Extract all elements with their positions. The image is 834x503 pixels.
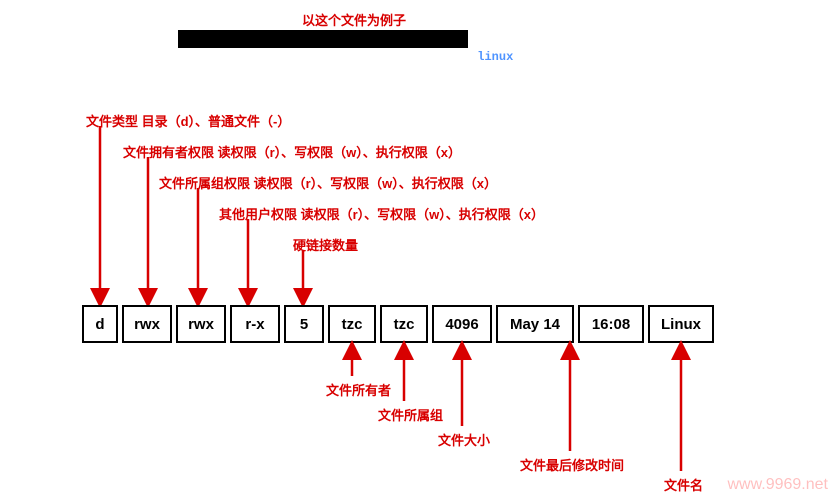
terminal-dirname: linux	[477, 50, 513, 64]
label-filename: 文件名	[664, 475, 703, 494]
label-hardlinks: 硬链接数量	[293, 235, 358, 254]
terminal-output: drwxrwxr-x 5 tzc tzc 4096 May 14 16:08 l…	[178, 30, 468, 48]
cell-time: 16:08	[578, 305, 644, 343]
cell-hardlinks: 5	[284, 305, 324, 343]
label-file-size: 文件大小	[438, 430, 490, 449]
terminal-time: 16:08	[434, 50, 477, 65]
label-mtime: 文件最后修改时间	[520, 455, 624, 474]
cell-other-perm: r-x	[230, 305, 280, 343]
label-group-perm: 文件所属组权限 读权限（r）、写权限（w）、执行权限（x）	[159, 173, 497, 192]
label-file-owner: 文件所有者	[326, 380, 391, 399]
label-other-perm: 其他用户权限 读权限（r）、写权限（w）、执行权限（x）	[219, 204, 544, 223]
cell-filetype: d	[82, 305, 118, 343]
cell-owner-perm: rwx	[122, 305, 172, 343]
terminal-text: drwxrwxr-x 5 tzc tzc 4096 May 14	[196, 50, 434, 64]
cell-group: tzc	[380, 305, 428, 343]
cell-date: May 14	[496, 305, 574, 343]
label-owner-perm: 文件拥有者权限 读权限（r）、写权限（w）、执行权限（x）	[123, 142, 461, 161]
label-file-group: 文件所属组	[378, 405, 443, 424]
label-filetype: 文件类型 目录（d）、普通文件（-）	[86, 111, 290, 130]
cell-size: 4096	[432, 305, 492, 343]
cell-group-perm: rwx	[176, 305, 226, 343]
cell-owner: tzc	[328, 305, 376, 343]
cell-filename: Linux	[648, 305, 714, 343]
caption-top: 以这个文件为例子	[302, 10, 406, 29]
watermark: www.9969.net	[727, 476, 828, 494]
